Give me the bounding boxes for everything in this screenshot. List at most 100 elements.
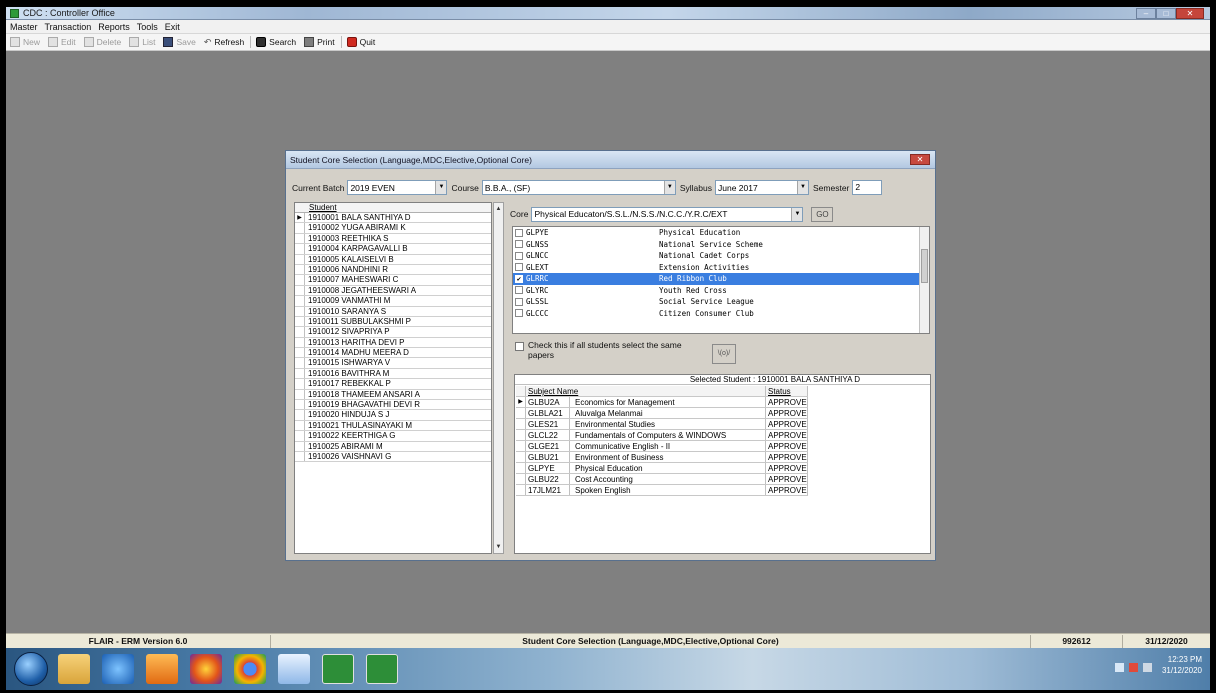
- menu-master[interactable]: Master: [10, 22, 38, 32]
- semester-input[interactable]: 2: [852, 180, 883, 195]
- core-select[interactable]: Physical Educaton/S.S.L./N.S.S./N.C.C./Y…: [531, 206, 804, 222]
- clock[interactable]: 12:23 PM 31/12/2020: [1162, 654, 1202, 676]
- chevron-down-icon[interactable]: ▼: [435, 181, 447, 194]
- core-checkbox[interactable]: [515, 297, 523, 306]
- student-scrollbar[interactable]: ▲ ▼: [493, 202, 504, 554]
- student-row[interactable]: 1910006 NANDHINI R: [295, 264, 491, 276]
- subject-name-header[interactable]: Subject Name: [526, 386, 766, 396]
- row-selector[interactable]: ▶: [516, 397, 526, 407]
- row-selector[interactable]: [295, 306, 305, 316]
- row-selector[interactable]: [516, 441, 526, 451]
- row-selector[interactable]: [516, 485, 526, 495]
- student-row[interactable]: 1910010 SARANYA S: [295, 306, 491, 317]
- media-player-taskbar-icon[interactable]: [146, 654, 178, 684]
- row-selector[interactable]: [295, 327, 305, 337]
- new-button[interactable]: New: [10, 37, 40, 47]
- student-row[interactable]: 1910002 YUGA ABIRAMI K: [295, 223, 491, 234]
- core-checkbox[interactable]: [515, 240, 523, 249]
- save-button[interactable]: Save: [163, 37, 196, 47]
- core-checkbox[interactable]: [515, 228, 523, 237]
- row-selector[interactable]: [295, 389, 305, 400]
- list-button[interactable]: List: [129, 37, 155, 47]
- menu-reports[interactable]: Reports: [98, 22, 130, 32]
- menu-tools[interactable]: Tools: [137, 22, 158, 32]
- explorer-taskbar-icon[interactable]: [58, 654, 90, 684]
- subject-table[interactable]: Subject Name Status ▶ GLBU2A Economics for…: [516, 386, 808, 496]
- maximize-button[interactable]: □: [1156, 8, 1176, 19]
- refresh-button[interactable]: ↶ Refresh: [204, 37, 244, 47]
- scroll-down-icon[interactable]: ▼: [494, 542, 503, 552]
- student-row[interactable]: 1910009 VANMATHI M: [295, 296, 491, 307]
- subject-row[interactable]: GLPYEPhysical EducationAPPROVED: [516, 463, 808, 474]
- student-grid[interactable]: Student ▶ 1910001 BALA SANTHIYA D 1910002 …: [294, 202, 492, 554]
- row-selector[interactable]: [295, 410, 305, 420]
- chevron-down-icon[interactable]: ▼: [663, 181, 675, 194]
- row-selector[interactable]: [295, 420, 305, 431]
- row-selector[interactable]: [295, 337, 305, 348]
- volume-icon[interactable]: [1143, 663, 1152, 672]
- row-selector[interactable]: [295, 223, 305, 233]
- row-selector[interactable]: [295, 368, 305, 379]
- subject-row[interactable]: GLBLA21Aluvalga MelanmaiAPPROVED: [516, 408, 808, 419]
- flair-app-2-taskbar-icon[interactable]: [366, 654, 398, 684]
- row-selector[interactable]: [295, 275, 305, 285]
- edit-button[interactable]: Edit: [48, 37, 76, 47]
- delete-button[interactable]: Delete: [83, 37, 121, 47]
- student-row[interactable]: 1910022 KEERTHIGA G: [295, 431, 491, 442]
- core-checkbox[interactable]: [515, 309, 523, 318]
- subject-row[interactable]: GLGE21Communicative English - IIAPPROVED: [516, 441, 808, 452]
- course-select[interactable]: B.B.A., (SF) ▼: [481, 180, 676, 195]
- core-checkbox[interactable]: [515, 263, 523, 272]
- student-row[interactable]: 1910020 HINDUJA S J: [295, 410, 491, 421]
- row-selector[interactable]: [295, 244, 305, 254]
- chevron-down-icon[interactable]: ▼: [797, 181, 808, 194]
- core-list-item[interactable]: GLSSL Social Service League: [513, 296, 929, 308]
- search-button[interactable]: Search: [256, 37, 296, 47]
- student-row[interactable]: 1910013 HARITHA DEVI P: [295, 337, 491, 349]
- row-selector[interactable]: [295, 316, 305, 327]
- student-row[interactable]: 1910021 THULASINAYAKI M: [295, 420, 491, 432]
- flag-icon[interactable]: [1129, 663, 1138, 672]
- status-header[interactable]: Status: [766, 386, 808, 396]
- print-button[interactable]: Print: [304, 37, 335, 47]
- core-list-item[interactable]: ✔ GLRRC Red Ribbon Club: [513, 273, 929, 285]
- row-selector[interactable]: [516, 408, 526, 418]
- row-selector[interactable]: [516, 474, 526, 484]
- core-checkbox[interactable]: [515, 251, 523, 260]
- row-selector[interactable]: [516, 430, 526, 440]
- student-row[interactable]: 1910019 BHAGAVATHI DEVI R: [295, 400, 491, 411]
- row-selector[interactable]: [295, 358, 305, 368]
- row-selector[interactable]: [295, 285, 305, 296]
- core-list-item[interactable]: GLPYE Physical Education: [513, 227, 929, 239]
- core-list-item[interactable]: GLNSS National Service Scheme: [513, 239, 929, 251]
- row-selector[interactable]: [295, 254, 305, 264]
- menu-transaction[interactable]: Transaction: [45, 22, 92, 32]
- row-selector[interactable]: [295, 233, 305, 244]
- student-row[interactable]: 1910016 BAVITHRA M: [295, 368, 491, 380]
- network-icon[interactable]: [1115, 663, 1124, 672]
- core-list-item[interactable]: GLYRC Youth Red Cross: [513, 285, 929, 297]
- student-row[interactable]: 1910003 REETHIKA S: [295, 233, 491, 245]
- core-list-item[interactable]: GLCCC Citizen Consumer Club: [513, 308, 929, 320]
- subject-row[interactable]: GLES21Environmental StudiesAPPROVED: [516, 419, 808, 430]
- minimize-button[interactable]: –: [1136, 8, 1156, 19]
- start-button[interactable]: [14, 652, 48, 686]
- scroll-up-icon[interactable]: ▲: [494, 204, 503, 214]
- row-selector[interactable]: ▶: [295, 213, 305, 223]
- core-checkbox[interactable]: ✔: [515, 274, 523, 283]
- batch-select[interactable]: 2019 EVEN ▼: [347, 180, 448, 195]
- row-selector[interactable]: [295, 441, 305, 451]
- student-row[interactable]: 1910025 ABIRAMI M: [295, 441, 491, 452]
- row-selector[interactable]: [295, 400, 305, 410]
- close-button[interactable]: ✕: [1176, 8, 1204, 19]
- subject-row[interactable]: GLCL22 Fundamentals of Computers & WINDOW…: [516, 430, 808, 441]
- notepad-taskbar-icon[interactable]: [278, 654, 310, 684]
- flair-app-taskbar-icon[interactable]: [322, 654, 354, 684]
- row-selector[interactable]: [295, 348, 305, 358]
- check-all-option[interactable]: Check this if all students select the sa…: [515, 340, 708, 360]
- firefox-taskbar-icon[interactable]: [190, 654, 222, 684]
- row-selector[interactable]: [516, 419, 526, 429]
- student-row[interactable]: 1910011 SUBBULAKSHMI P: [295, 316, 491, 328]
- check-all-checkbox[interactable]: [515, 342, 524, 351]
- core-list[interactable]: GLPYE Physical Education GLNSS National Ser…: [512, 226, 930, 334]
